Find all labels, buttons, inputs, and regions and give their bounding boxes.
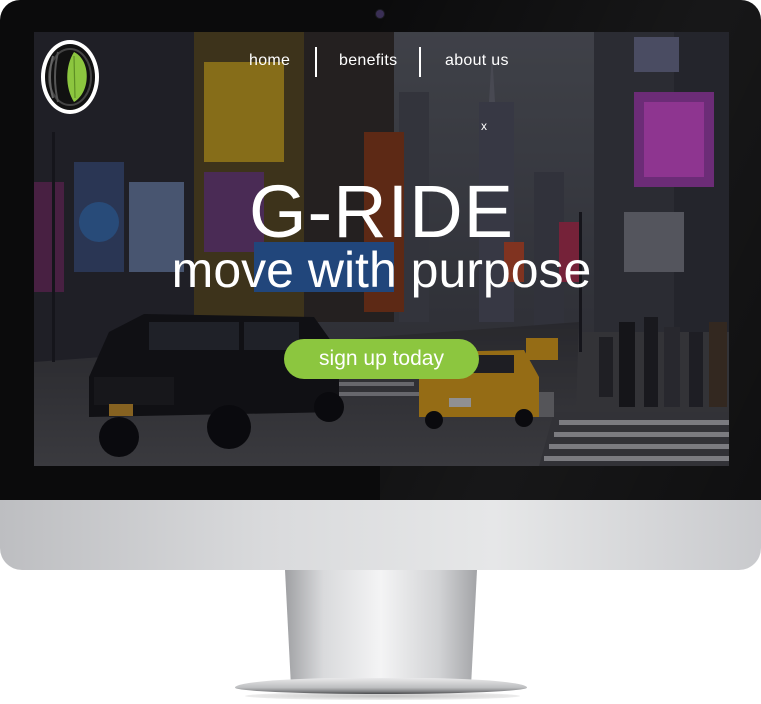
sign-up-button[interactable]: sign up today [284, 339, 479, 379]
monitor-chin [0, 500, 761, 570]
nav-divider [419, 47, 421, 77]
website-screen: home benefits about us x G-RIDE move wit… [34, 32, 729, 466]
monitor-stand [285, 570, 477, 682]
nav-divider [315, 47, 317, 77]
stand-shadow [245, 692, 520, 700]
nav-home[interactable]: home [249, 52, 290, 70]
webcam-icon [376, 10, 384, 18]
close-button[interactable]: x [481, 119, 487, 133]
nav-about-us[interactable]: about us [445, 52, 509, 70]
hero-subtitle: move with purpose [171, 242, 592, 298]
top-nav: home benefits about us [34, 47, 729, 77]
nav-benefits[interactable]: benefits [339, 52, 397, 70]
